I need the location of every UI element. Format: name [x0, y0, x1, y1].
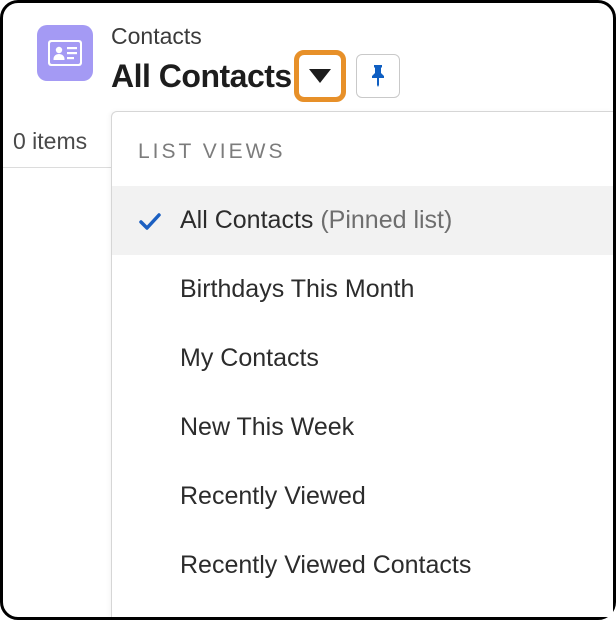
caret-down-icon [309, 69, 331, 83]
list-view-dropdown: LIST VIEWS All Contacts (Pinned list) Bir… [111, 111, 613, 617]
list-view-option-suffix: (Pinned list) [313, 206, 452, 234]
list-view-option-label: My Contacts [180, 344, 319, 373]
contacts-icon [37, 25, 93, 81]
list-view-option[interactable]: Recently Viewed Contacts [112, 531, 613, 600]
checkmark-icon [138, 211, 180, 231]
list-view-option-label: Recently Viewed Contacts [180, 551, 471, 580]
list-view-picker-button[interactable] [294, 50, 346, 102]
list-view-option[interactable]: Recently Viewed [112, 462, 613, 531]
list-view-option-label: Recently Viewed [180, 482, 366, 511]
list-view-option-label: All Contacts (Pinned list) [180, 206, 452, 235]
item-count-text: 0 items [13, 128, 87, 154]
list-view-option[interactable]: New This Week [112, 393, 613, 462]
list-view-option[interactable]: Birthdays This Month [112, 255, 613, 324]
title-block: Contacts All Contacts [111, 25, 400, 102]
object-label: Contacts [111, 25, 400, 48]
list-view-option[interactable]: My Contacts [112, 324, 613, 393]
dropdown-items: All Contacts (Pinned list) Birthdays This… [112, 186, 613, 600]
pin-list-button[interactable] [356, 54, 400, 98]
dropdown-heading: LIST VIEWS [112, 112, 613, 186]
list-view-option-label: Birthdays This Month [180, 275, 414, 304]
list-view-title[interactable]: All Contacts [111, 58, 292, 95]
pin-icon [369, 65, 387, 87]
page-header: Contacts All Contacts [3, 3, 613, 102]
list-view-option[interactable]: All Contacts (Pinned list) [112, 186, 613, 255]
list-view-option-label: New This Week [180, 413, 354, 442]
